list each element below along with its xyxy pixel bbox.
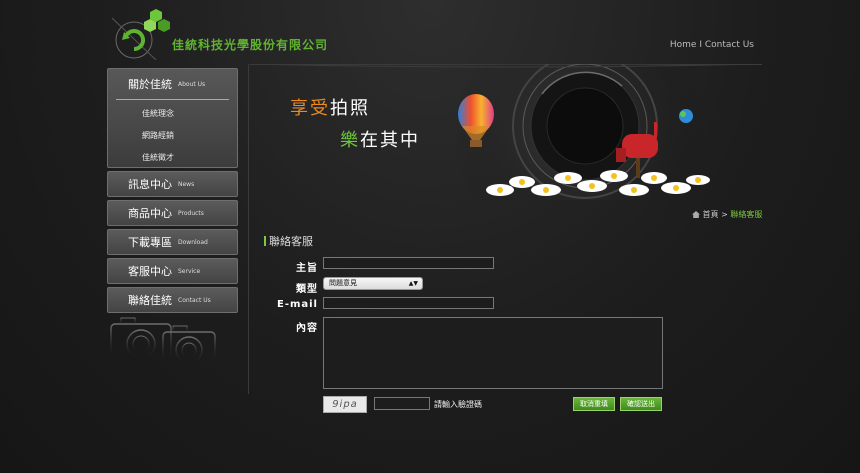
about-submenu: 佳統理念 網路經銷 佳統徵才 [108,106,237,172]
sidebar-item-sublabel: Service [178,267,201,275]
contact-link[interactable]: Contact Us [705,40,754,50]
sidebar-item-products[interactable]: 商品中心 Products [107,200,238,226]
company-name: 佳統科技光學股份有限公司 [172,38,329,52]
banner-slogan-line1: 享受拍照 [290,94,370,120]
sidebar-item-label: 下載專區 [128,236,172,249]
type-select[interactable]: 問題意見 ▲▼ [323,277,423,290]
sidebar-item-label: 聯絡佳統 [128,294,172,307]
sidebar-item-sublabel: Download [178,238,208,246]
sidebar-item-news[interactable]: 訊息中心 News [107,171,238,197]
submenu-item-philosophy[interactable]: 佳統理念 [142,106,237,128]
sidebar-item-about: 關於佳統 About Us 佳統理念 網路經銷 佳統徵才 [107,68,238,168]
sidebar-item-sublabel: Products [178,209,204,217]
sidebar-item-label: 客服中心 [128,265,172,278]
breadcrumb-separator: > [721,210,728,219]
breadcrumb-home[interactable]: 首頁 [703,210,719,219]
captcha-input[interactable] [374,397,430,410]
company-logo[interactable] [112,8,172,60]
banner-slogan-line2-accent: 樂 [340,130,360,151]
page-title-text: 聯絡客服 [269,235,313,248]
subject-label: 主旨 [296,263,318,274]
content-textarea[interactable] [323,317,663,389]
banner-slogan-line1-accent: 享受 [290,98,330,119]
sidebar-item-download[interactable]: 下載專區 Download [107,229,238,255]
sidebar-item-sublabel: Contact Us [178,296,211,304]
content-label: 內容 [296,323,318,334]
hero-banner: 享受拍照 樂在其中 [250,64,762,200]
sidebar-item-service[interactable]: 客服中心 Service [107,258,238,284]
banner-slogan-line2-rest: 在其中 [360,130,420,151]
banner-artwork [250,64,762,200]
top-links-separator: I [699,40,702,50]
submit-button[interactable]: 確認送出 [620,397,662,411]
home-link[interactable]: Home [670,40,697,50]
content-divider [248,64,249,394]
home-icon [692,211,700,218]
sidebar: 關於佳統 About Us 佳統理念 網路經銷 佳統徵才 訊息中心 News 商… [107,68,239,316]
top-links: Home I Contact Us [670,40,754,50]
breadcrumb: 首頁 > 聯絡客服 [692,209,762,220]
camera-illustration [110,317,216,364]
title-accent-bar [264,236,266,246]
email-label: E-mail [276,299,318,310]
banner-slogan-line1-rest: 拍照 [330,98,370,119]
email-input[interactable] [323,297,494,309]
page: 佳統科技光學股份有限公司 Home I Contact Us 關於佳統 Abou… [0,0,860,473]
sidebar-item-about-header[interactable]: 關於佳統 About Us [108,69,237,99]
banner-slogan-line2: 樂在其中 [340,126,420,152]
reset-button[interactable]: 取消重填 [573,397,615,411]
sidebar-item-label: 關於佳統 [128,78,172,91]
submenu-item-distributors[interactable]: 網路經銷 [142,128,237,150]
captcha-image: 9ipa [323,396,367,413]
select-arrow-icon: ▲▼ [408,280,418,287]
type-select-value: 問題意見 [329,279,357,287]
breadcrumb-current: 聯絡客服 [730,210,763,219]
sidebar-item-label: 訊息中心 [128,178,172,191]
subject-input[interactable] [323,257,494,269]
sidebar-item-sublabel: News [178,180,195,188]
page-title: 聯絡客服 [264,233,313,249]
captcha-hint: 請輸入驗證碼 [434,400,482,409]
submenu-divider [116,99,229,100]
sidebar-item-sublabel: About Us [178,80,206,88]
submenu-item-careers[interactable]: 佳統徵才 [142,150,237,172]
type-label: 類型 [296,284,318,295]
sidebar-item-label: 商品中心 [128,207,172,220]
